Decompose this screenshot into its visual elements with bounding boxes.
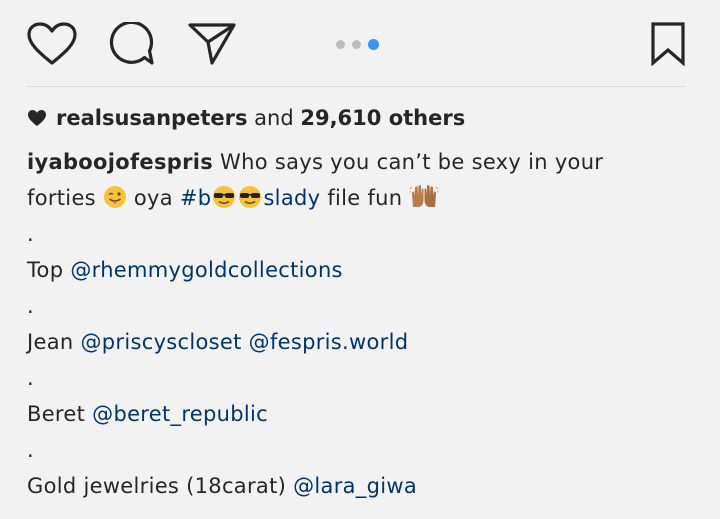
caption-text: Top xyxy=(27,258,64,282)
comment-bubble-icon[interactable] xyxy=(109,22,155,66)
paper-plane-icon[interactable] xyxy=(188,22,236,66)
mention-link[interactable]: @fespris.world xyxy=(249,330,409,354)
carousel-dot xyxy=(352,39,361,49)
heart-outline-icon[interactable] xyxy=(27,22,77,66)
post-action-bar xyxy=(0,0,720,88)
likes-others-count[interactable]: 29,610 others xyxy=(300,106,465,130)
raised-hands-emoji-icon xyxy=(409,185,440,207)
likes-connector: and xyxy=(254,106,294,130)
post-caption: iyaboojofespris Who says you can’t be se… xyxy=(27,144,687,504)
caption-dot: . xyxy=(27,366,34,390)
caption-dot: . xyxy=(27,438,34,462)
mention-link[interactable]: @lara_giwa xyxy=(293,474,417,498)
mention-link[interactable]: @priscyscloset xyxy=(80,330,241,354)
sunglasses-emoji-icon xyxy=(213,186,236,208)
tongue-wink-emoji-icon xyxy=(103,186,126,208)
caption-text: Beret xyxy=(27,402,86,426)
caption-text: Jean xyxy=(27,330,74,354)
bookmark-icon[interactable] xyxy=(650,22,686,66)
caption-text: Who says you can’t be sexy in your xyxy=(220,150,604,174)
caption-dot: . xyxy=(27,222,34,246)
caption-username[interactable]: iyaboojofespris xyxy=(27,150,213,174)
heart-filled-icon xyxy=(28,110,46,126)
divider xyxy=(27,86,685,87)
hashtag-link[interactable]: #b slady xyxy=(180,186,320,210)
carousel-indicator xyxy=(336,38,379,50)
liker-username[interactable]: realsusanpeters xyxy=(56,106,247,130)
caption-text: forties xyxy=(27,186,96,210)
mention-link[interactable]: @beret_republic xyxy=(92,402,268,426)
sunglasses-emoji-icon xyxy=(239,186,262,208)
caption-dot: . xyxy=(27,294,34,318)
caption-text: file fun xyxy=(327,186,403,210)
likes-summary[interactable]: realsusanpeters and 29,610 others xyxy=(27,103,465,133)
carousel-dot-active xyxy=(368,38,379,50)
caption-text: oya xyxy=(133,186,173,210)
carousel-dot xyxy=(336,39,345,49)
caption-text: Gold jewelries (18carat) xyxy=(27,474,287,498)
mention-link[interactable]: @rhemmygoldcollections xyxy=(70,258,342,282)
